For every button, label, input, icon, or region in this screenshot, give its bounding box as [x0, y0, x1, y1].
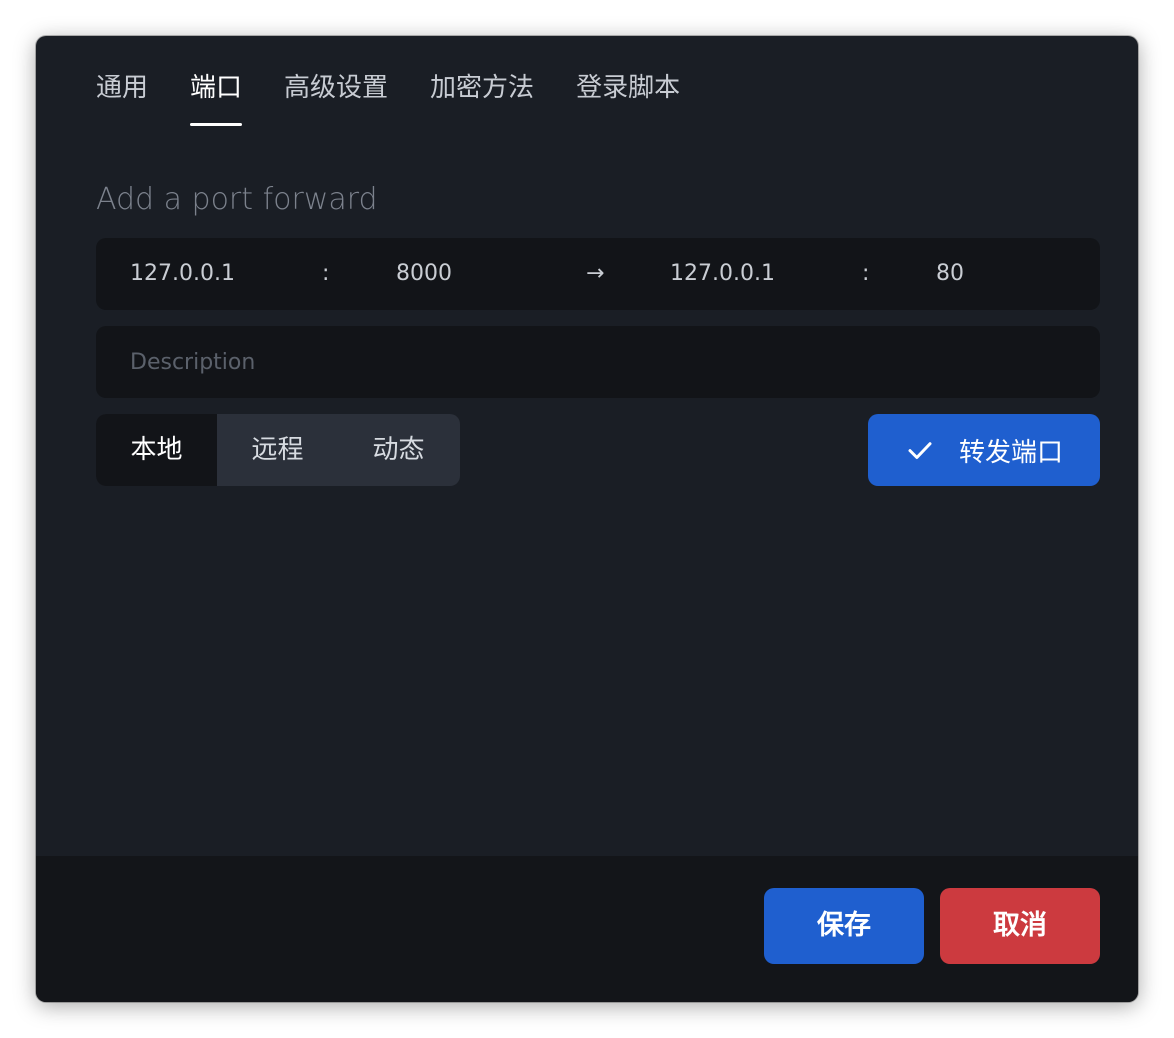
forward-mode-selector: 本地 远程 动态: [96, 414, 460, 486]
mode-remote-option[interactable]: 远程: [217, 414, 338, 486]
local-port-input[interactable]: 8000: [396, 238, 452, 310]
tab-login-script[interactable]: 登录脚本: [576, 66, 680, 126]
mode-dynamic-option[interactable]: 动态: [338, 414, 459, 486]
mode-local-option[interactable]: 本地: [96, 414, 217, 486]
tab-ciphers[interactable]: 加密方法: [430, 66, 534, 126]
arrow-right-icon: →: [586, 261, 605, 286]
tab-general[interactable]: 通用: [96, 66, 148, 126]
local-host-input[interactable]: 127.0.0.1: [130, 238, 235, 310]
check-icon: [908, 442, 932, 459]
save-button[interactable]: 保存: [764, 888, 924, 964]
remote-host-input[interactable]: 127.0.0.1: [670, 238, 775, 310]
description-input[interactable]: [96, 326, 1100, 398]
remote-port-input[interactable]: 80: [936, 238, 964, 310]
port-forward-dialog: 通用 端口 高级设置 加密方法 登录脚本 Add a port forward …: [36, 36, 1138, 1002]
port-forward-row: 127.0.0.1 : 8000 → 127.0.0.1 : 80: [96, 238, 1100, 310]
local-separator: :: [322, 261, 330, 286]
section-title: Add a port forward: [96, 182, 378, 217]
dialog-footer: 保存 取消: [36, 856, 1138, 1002]
remote-separator: :: [862, 261, 870, 286]
tab-bar: 通用 端口 高级设置 加密方法 登录脚本: [96, 66, 722, 130]
forward-port-button[interactable]: 转发端口: [868, 414, 1100, 486]
tab-advanced[interactable]: 高级设置: [284, 66, 388, 126]
forward-port-label: 转发端口: [958, 437, 1063, 468]
cancel-button[interactable]: 取消: [940, 888, 1100, 964]
tab-ports[interactable]: 端口: [190, 66, 243, 126]
